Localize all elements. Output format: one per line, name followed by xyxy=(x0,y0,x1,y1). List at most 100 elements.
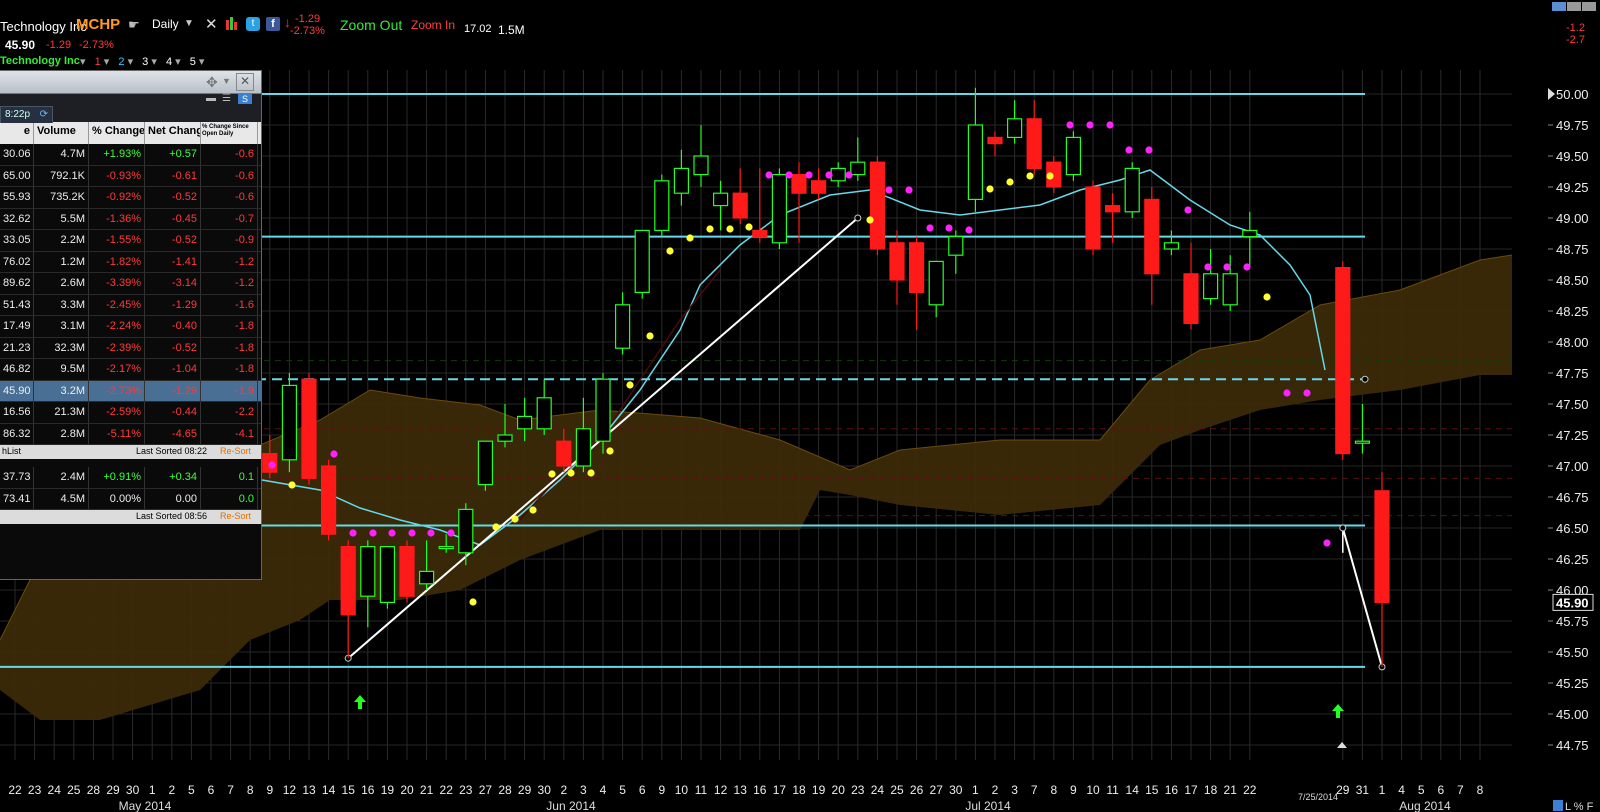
x-axis-tick-label: 6 xyxy=(208,783,215,797)
x-axis-tick-label: 15 xyxy=(342,783,356,797)
candle-body xyxy=(771,174,788,244)
series-tab-4[interactable]: 4 xyxy=(166,56,172,68)
chevron-down-icon[interactable]: ▾ xyxy=(128,56,134,68)
chevron-down-icon[interactable]: ▼ xyxy=(222,76,231,86)
twitter-icon[interactable]: t xyxy=(246,17,260,31)
series-tab-2[interactable]: 2 xyxy=(118,56,124,68)
zoom-in-button[interactable]: Zoom In xyxy=(411,18,455,32)
y-axis-tick-label: 45.75 xyxy=(1556,614,1589,629)
zoom-out-button[interactable]: Zoom Out xyxy=(340,17,402,33)
table-row[interactable]: 55.93 735.2K -0.92% -0.52 -0.6 xyxy=(0,187,261,209)
x-axis-month-label: May 2014 xyxy=(119,799,172,812)
company-name: Technology Inc xyxy=(0,19,87,34)
x-axis-tick-label: 23 xyxy=(459,783,473,797)
col-header-pct-change[interactable]: % Change xyxy=(89,122,145,144)
table-row[interactable]: 65.00 792.1K -0.93% -0.61 -0.6 xyxy=(0,165,261,187)
chevron-down-icon[interactable]: ▾ xyxy=(104,56,110,68)
bar-chart-icon[interactable] xyxy=(226,17,237,33)
table-cell: -2.39% xyxy=(89,337,145,358)
tools-icon[interactable]: ✕ xyxy=(205,15,218,33)
stop-marker-magenta xyxy=(427,529,435,537)
candle-body xyxy=(301,378,317,480)
x-axis-tick-label: 14 xyxy=(1126,783,1140,797)
facebook-icon[interactable]: f xyxy=(266,17,280,31)
mouse-icon[interactable]: ☛ xyxy=(128,17,140,33)
watchlist-rows-2: 37.73 2.4M +0.91% +0.34 0.1 73.41 4.5M 0.00% 0.0… xyxy=(0,467,261,510)
x-axis-tick-label: 8 xyxy=(247,783,254,797)
table-cell: -1.55% xyxy=(89,230,145,251)
table-row[interactable]: 76.02 1.2M -1.82% -1.41 -1.2 xyxy=(0,251,261,273)
table-row[interactable]: 16.56 21.3M -2.59% -0.44 -2.2 xyxy=(0,402,261,424)
chevron-down-icon[interactable]: ▼ xyxy=(184,18,194,29)
series-tab-1[interactable]: 1 xyxy=(95,56,101,68)
candle-body xyxy=(419,570,435,585)
table-row[interactable]: 73.41 4.5M 0.00% 0.00 0.0 xyxy=(0,488,261,510)
menu-icon[interactable]: ☰ xyxy=(222,93,231,104)
close-icon[interactable]: ✕ xyxy=(236,73,254,91)
table-row[interactable]: 37.73 2.4M +0.91% +0.34 0.1 xyxy=(0,467,261,489)
stop-marker-yellow xyxy=(866,216,874,224)
symbol-label[interactable]: MCHP xyxy=(76,16,120,33)
col-header-pct-since-open[interactable]: % Change Since Open Daily xyxy=(201,122,258,144)
table-row[interactable]: 30.06 4.7M +1.93% +0.57 -0.6 xyxy=(0,144,261,166)
stop-marker-magenta xyxy=(926,224,934,232)
table-cell: 1.2M xyxy=(34,251,89,272)
watchlist-titlebar[interactable]: ✥ ▼ ✕ xyxy=(0,71,261,94)
table-row[interactable]: 51.43 3.3M -2.45% -1.29 -1.6 xyxy=(0,294,261,316)
stop-marker-magenta xyxy=(845,171,853,179)
watchlist-rows: 30.06 4.7M +1.93% +0.57 -0.6 65.00 792.1K -0.93… xyxy=(0,144,261,445)
refresh-icon[interactable]: ⟳ xyxy=(40,107,48,123)
table-cell: 9.5M xyxy=(34,359,89,380)
chevron-down-icon[interactable]: ▾ xyxy=(80,56,86,68)
table-row[interactable]: 45.90 3.2M -2.73% -1.29 -1.9 xyxy=(0,380,261,402)
watchlist-panel[interactable]: ✥ ▼ ✕ ▬ ☰ S 8:22p ⟳ e Volume % Change Net… xyxy=(0,70,262,580)
y-axis-tick-label: 49.00 xyxy=(1556,211,1589,226)
y-axis-tick-label: 48.75 xyxy=(1556,242,1589,257)
table-row[interactable]: 86.32 2.8M -5.11% -4.65 -4.1 xyxy=(0,423,261,445)
minimize-icon[interactable]: ▬ xyxy=(206,93,216,104)
resort-button-2[interactable]: Re-Sort xyxy=(220,511,251,521)
table-row[interactable]: 17.49 3.1M -2.24% -0.40 -1.8 xyxy=(0,316,261,338)
series-tab-5[interactable]: 5 xyxy=(190,56,196,68)
table-cell: -0.45 xyxy=(145,208,201,229)
chevron-down-icon[interactable]: ▾ xyxy=(199,56,205,68)
chevron-down-icon[interactable]: ▾ xyxy=(175,56,181,68)
x-axis-tick-label: 17 xyxy=(1184,783,1198,797)
col-header-net-change[interactable]: Net Change xyxy=(145,122,201,144)
stop-marker-yellow xyxy=(986,185,994,193)
stop-marker-yellow xyxy=(567,469,575,477)
stop-marker-magenta xyxy=(965,226,973,234)
col-header-last[interactable]: e xyxy=(0,122,34,144)
x-axis-tick-label: 13 xyxy=(302,783,316,797)
candle-body xyxy=(575,428,592,467)
table-row[interactable]: 89.62 2.6M -3.39% -3.14 -1.2 xyxy=(0,273,261,295)
table-row[interactable]: 21.23 32.3M -2.39% -0.52 -1.8 xyxy=(0,337,261,359)
x-axis-tick-label: 23 xyxy=(851,783,865,797)
window-controls[interactable] xyxy=(1552,0,1600,11)
table-cell: -1.41 xyxy=(145,251,201,272)
col-header-volume[interactable]: Volume xyxy=(34,122,89,144)
table-cell: +0.91% xyxy=(89,467,145,488)
table-cell: 21.23 xyxy=(0,337,34,358)
candle-body xyxy=(654,180,670,232)
move-icon[interactable]: ✥ xyxy=(206,74,218,91)
resort-button[interactable]: Re-Sort xyxy=(220,446,251,456)
series-tab-3[interactable]: 3 xyxy=(142,56,148,68)
stop-marker-magenta xyxy=(388,529,396,537)
table-cell: -1.9 xyxy=(201,380,258,401)
info-value: 17.02 xyxy=(464,23,492,35)
candle-body xyxy=(948,236,964,256)
period-select[interactable]: Daily xyxy=(152,17,179,31)
corner-change: -1.2 xyxy=(1566,22,1585,34)
stop-marker-yellow xyxy=(686,234,694,242)
watchlist-time-tab[interactable]: 8:22p ⟳ xyxy=(0,106,54,123)
table-row[interactable]: 32.62 5.5M -1.36% -0.45 -0.7 xyxy=(0,208,261,230)
table-row[interactable]: 46.82 9.5M -2.17% -1.04 -1.8 xyxy=(0,359,261,381)
level-handle xyxy=(1361,375,1369,383)
series-tabs[interactable]: ▾ 1 ▾ 2 ▾ 3 ▾ 4 ▾ 5 ▾ xyxy=(80,55,204,68)
chevron-down-icon[interactable]: ▾ xyxy=(151,56,157,68)
x-axis-tick-label: 29 xyxy=(518,783,532,797)
watchlist-footer-2: Last Sorted 08:56 Re-Sort xyxy=(0,510,261,524)
stop-marker-magenta xyxy=(349,529,357,537)
table-row[interactable]: 33.05 2.2M -1.55% -0.52 -0.9 xyxy=(0,230,261,252)
